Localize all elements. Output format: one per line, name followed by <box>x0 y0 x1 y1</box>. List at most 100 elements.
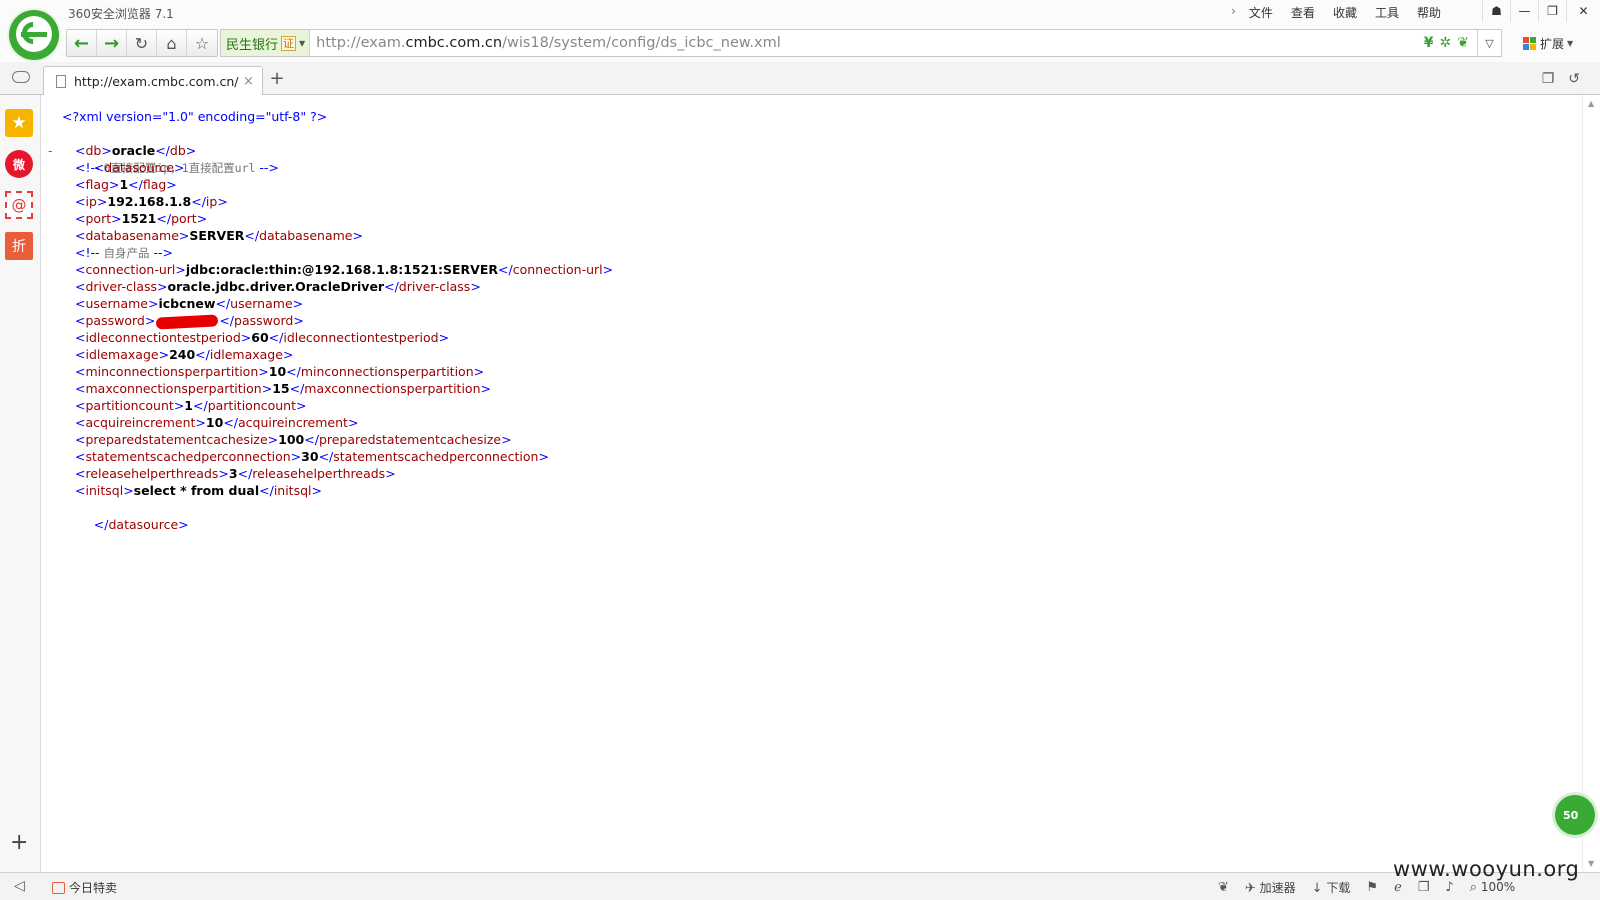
flag-icon[interactable]: ⚑ <box>1366 880 1378 895</box>
xml-root-open: - <datasource> <box>48 143 185 175</box>
extensions-label: 扩展 <box>1540 37 1565 51</box>
refresh-button[interactable]: ↻ <box>127 30 157 56</box>
zoom-icon: ⌕ <box>1469 880 1477 895</box>
leaf-icon[interactable]: ❦ <box>1457 35 1469 51</box>
undo-close-icon[interactable]: ↺ <box>1568 71 1580 87</box>
shopping-icon[interactable]: 折 <box>5 232 33 260</box>
scroll-up-icon[interactable]: ▲ <box>1588 99 1594 108</box>
xml-element-idleconnectiontestperiod: <idleconnectiontestperiod>60</idleconnec… <box>75 330 450 345</box>
xml-element-partitioncount: <partitioncount>1</partitioncount> <box>75 398 307 413</box>
star-icon: ☆ <box>194 33 210 53</box>
xml-element-password: <password> </password> <box>75 313 304 330</box>
refresh-icon: ↻ <box>134 33 149 53</box>
caret-down-icon: ▼ <box>1567 39 1574 48</box>
xml-element-connection-url: <connection-url>jdbc:oracle:thin:@192.16… <box>75 262 614 277</box>
tab-bar-tools: ❐ ↺ <box>1542 71 1580 87</box>
browser-logo[interactable] <box>9 10 59 60</box>
weibo-icon[interactable]: 微 <box>5 150 33 178</box>
caret-down-icon: ▼ <box>299 38 306 48</box>
address-bar[interactable]: 民生银行 证 ▼ http://exam.cmbc.com.cn/wis18/s… <box>220 29 1502 57</box>
sidebar: ★ 微 @ 折 + <box>0 95 41 872</box>
home-button[interactable]: ⌂ <box>157 30 187 56</box>
security-icon[interactable]: ✲ <box>1440 35 1452 51</box>
yen-icon[interactable]: ¥ <box>1424 35 1434 51</box>
speaker-icon[interactable]: ♪ <box>1445 880 1453 895</box>
forward-button[interactable]: → <box>97 30 127 56</box>
menu-file[interactable]: 文件 <box>1240 4 1282 21</box>
grid-icon <box>1523 36 1537 51</box>
window-controls: ☗ — ❐ ✕ <box>1482 0 1600 22</box>
extensions-button[interactable]: 扩展 ▼ <box>1523 35 1573 52</box>
xml-element-databasename: <databasename>SERVER</databasename> <box>75 228 363 243</box>
back-button[interactable]: ← <box>67 30 97 56</box>
xml-element-releasehelperthreads: <releasehelperthreads>3</releasehelperth… <box>75 466 396 481</box>
address-dropdown-button[interactable]: ▽ <box>1477 30 1501 56</box>
leaf-status-icon[interactable]: ❦ <box>1218 880 1229 895</box>
chevron-down-icon: ▽ <box>1485 36 1494 50</box>
restore-button[interactable]: ❐ <box>1538 0 1566 22</box>
nav-buttons: ← → ↻ ⌂ ☆ <box>66 29 218 57</box>
menu-view[interactable]: 查看 <box>1282 4 1324 21</box>
minimize-button[interactable]: — <box>1510 0 1538 22</box>
daily-deals-label: 今日特卖 <box>69 881 118 895</box>
collapse-toggle[interactable]: - <box>48 142 53 159</box>
xml-element-idlemaxage: <idlemaxage>240</idlemaxage> <box>75 347 294 362</box>
ie-icon[interactable]: ℯ <box>1394 880 1402 895</box>
xml-element-username: <username>icbcnew</username> <box>75 296 304 311</box>
favorites-star-icon[interactable]: ★ <box>5 109 33 137</box>
title-bar: 360安全浏览器 7.1 › 文件 查看 收藏 工具 帮助 ☗ — ❐ ✕ <box>0 0 1600 26</box>
site-identity-badge[interactable]: 民生银行 证 ▼ <box>221 30 311 56</box>
mail-icon[interactable]: @ <box>5 191 33 219</box>
speed-badge[interactable]: 50 <box>1552 792 1598 838</box>
tab-bar: http://exam.cmbc.com.cn/wis18/system/con… <box>0 62 1600 96</box>
skin-button[interactable]: ☗ <box>1482 0 1510 22</box>
menu-favorites[interactable]: 收藏 <box>1324 4 1366 21</box>
xml-root-close: </datasource> <box>93 517 189 532</box>
tab-active[interactable]: http://exam.cmbc.com.cn/wis18/system/con… <box>43 66 263 96</box>
close-button[interactable]: ✕ <box>1566 0 1600 22</box>
window-icon[interactable]: ❐ <box>1418 880 1430 895</box>
xml-element-driver-class: <driver-class>oracle.jdbc.driver.OracleD… <box>75 279 481 294</box>
page-icon <box>56 75 66 88</box>
gift-icon <box>52 881 65 894</box>
vertical-scrollbar[interactable]: ▲ ▼ <box>1582 95 1600 872</box>
arrow-left-icon: ← <box>73 32 90 54</box>
address-bar-icons: ¥ ✲ ❦ <box>1424 35 1477 51</box>
daily-deals-link[interactable]: 今日特卖 <box>52 879 117 896</box>
status-tools: ❦ ✈ 加速器 ↓ 下载 ⚑ ℯ ❐ ♪ ⌕ 100% <box>1218 879 1515 896</box>
url-input[interactable]: http://exam.cmbc.com.cn/wis18/system/con… <box>310 35 1424 51</box>
scroll-down-icon[interactable]: ▼ <box>1588 859 1594 868</box>
xml-comment: <!-- 自身产品 --> <box>75 245 173 260</box>
menu-bar: › 文件 查看 收藏 工具 帮助 <box>1227 4 1450 21</box>
accelerator-button[interactable]: ✈ 加速器 <box>1245 879 1296 896</box>
xml-element-flag: <flag>1</flag> <box>75 177 177 192</box>
download-icon: ↓ <box>1311 881 1323 896</box>
rocket-icon: ✈ <box>1244 881 1256 896</box>
arrow-right-icon: → <box>103 32 120 54</box>
tab-title: http://exam.cmbc.com.cn/wis18/system/con… <box>74 74 239 89</box>
app-title: 360安全浏览器 7.1 <box>68 7 174 21</box>
menu-tools[interactable]: 工具 <box>1366 4 1408 21</box>
xml-element-port: <port>1521</port> <box>75 211 208 226</box>
status-bar: ◁ 今日特卖 ❦ ✈ 加速器 ↓ 下载 ⚑ ℯ ❐ ♪ ⌕ 100% <box>0 872 1600 900</box>
menu-chevron-icon[interactable]: › <box>1227 4 1240 21</box>
xml-body: <db>oracle</db> <!-- 0直接配置ip，1直接配置url -->… <box>62 142 613 499</box>
sidebar-toggle-icon[interactable]: ◁ <box>14 878 25 894</box>
download-button[interactable]: ↓ 下载 <box>1312 879 1351 896</box>
navigation-bar: ← → ↻ ⌂ ☆ 民生银行 证 ▼ http://exam.cmbc.com.… <box>0 26 1600 62</box>
zoom-control[interactable]: ⌕ 100% <box>1470 880 1515 895</box>
xml-element-db: <db>oracle</db> <box>75 143 197 158</box>
site-name: 民生银行 <box>226 37 279 53</box>
tab-close-icon[interactable]: × <box>243 74 254 89</box>
menu-help[interactable]: 帮助 <box>1408 4 1450 21</box>
sidebar-add-button[interactable]: + <box>10 830 28 855</box>
tab-list-icon[interactable]: ❐ <box>1542 71 1555 87</box>
page-content: <?xml version="1.0" encoding="utf-8" ?> … <box>42 95 1582 872</box>
xml-element-acquireincrement: <acquireincrement>10</acquireincrement> <box>75 415 359 430</box>
cloud-icon[interactable] <box>12 71 30 83</box>
home-icon: ⌂ <box>166 33 177 53</box>
new-tab-button[interactable]: + <box>267 70 287 90</box>
xml-declaration: <?xml version="1.0" encoding="utf-8" ?> <box>62 109 328 124</box>
xml-element-preparedstatementcachesize: <preparedstatementcachesize>100</prepare… <box>75 432 512 447</box>
favorite-button[interactable]: ☆ <box>187 30 217 56</box>
